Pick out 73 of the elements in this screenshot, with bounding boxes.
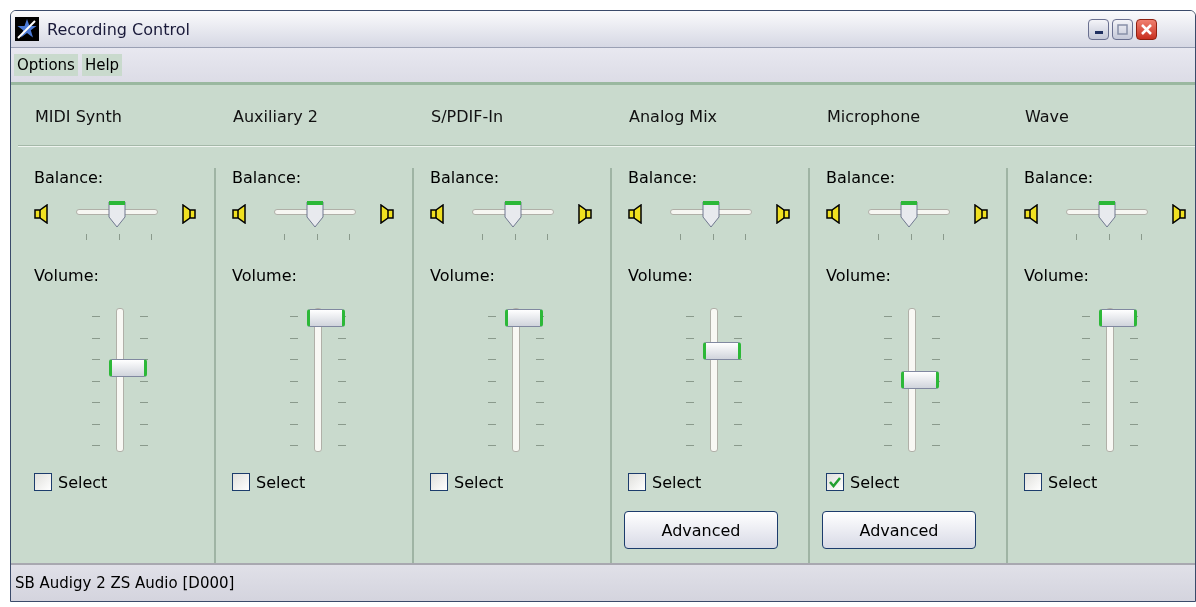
slider-thumb[interactable] <box>1097 199 1117 229</box>
checkbox-label: Select <box>652 472 702 492</box>
volume-label: Volume: <box>430 266 496 286</box>
speaker-icon <box>232 204 248 224</box>
checkbox[interactable] <box>232 473 250 491</box>
maximize-button[interactable] <box>1112 18 1133 40</box>
volume-slider[interactable] <box>884 308 940 454</box>
minimize-icon <box>1094 30 1103 34</box>
channel-name: Wave <box>1024 106 1070 126</box>
speaker-icon <box>34 204 50 224</box>
checkbox[interactable] <box>430 473 448 491</box>
balance-label: Balance: <box>628 168 699 188</box>
speaker-icon <box>180 204 196 224</box>
slider-thumb[interactable] <box>505 309 543 327</box>
window-title: Recording Control <box>47 19 191 39</box>
channel-name: Microphone <box>826 106 922 126</box>
channel-name: Analog Mix <box>628 106 719 126</box>
speaker-icon <box>826 204 842 224</box>
checkbox[interactable] <box>628 473 646 491</box>
balance-label: Balance: <box>1024 168 1095 188</box>
checkbox-label: Select <box>58 472 108 492</box>
checkbox-label: Select <box>256 472 306 492</box>
speaker-icon <box>1024 204 1040 224</box>
volume-slider[interactable] <box>686 308 742 454</box>
balance-label: Balance: <box>34 168 105 188</box>
menu-item[interactable]: Help <box>81 54 123 76</box>
slider-thumb[interactable] <box>107 199 127 229</box>
volume-slider[interactable] <box>488 308 544 454</box>
checkbox-label: Select <box>850 472 900 492</box>
volume-label: Volume: <box>34 266 100 286</box>
checkbox[interactable] <box>34 473 52 491</box>
checkbox-label: Select <box>1048 472 1098 492</box>
slider-thumb[interactable] <box>1099 309 1137 327</box>
checkbox[interactable] <box>826 473 844 491</box>
slider-thumb[interactable] <box>307 309 345 327</box>
speaker-icon <box>378 204 394 224</box>
star-icon <box>15 17 39 41</box>
checkbox-label: Select <box>454 472 504 492</box>
checkbox[interactable] <box>1024 473 1042 491</box>
slider-thumb[interactable] <box>701 199 721 229</box>
speaker-icon <box>430 204 446 224</box>
volume-label: Volume: <box>826 266 892 286</box>
speaker-icon <box>628 204 644 224</box>
volume-slider[interactable] <box>1082 308 1138 454</box>
status-bar: SB Audigy 2 ZS Audio [D000] <box>11 563 1195 601</box>
channel-name: Auxiliary 2 <box>232 106 319 126</box>
channel-name: S/PDIF-In <box>430 106 505 126</box>
slider-thumb[interactable] <box>305 199 325 229</box>
slider-thumb[interactable] <box>503 199 523 229</box>
slider-thumb[interactable] <box>703 342 741 361</box>
balance-label: Balance: <box>232 168 303 188</box>
slider-thumb[interactable] <box>899 199 919 229</box>
advanced-button[interactable]: Advanced <box>624 511 778 549</box>
speaker-icon <box>972 204 988 224</box>
volume-slider[interactable] <box>290 308 346 454</box>
volume-label: Volume: <box>628 266 694 286</box>
close-icon <box>1140 22 1153 36</box>
volume-label: Volume: <box>232 266 298 286</box>
slider-thumb[interactable] <box>901 371 939 389</box>
maximize-icon <box>1116 22 1129 36</box>
balance-label: Balance: <box>430 168 501 188</box>
balance-label: Balance: <box>826 168 897 188</box>
speaker-icon <box>774 204 790 224</box>
slider-thumb[interactable] <box>109 358 147 377</box>
channel-name: MIDI Synth <box>34 106 123 126</box>
volume-slider[interactable] <box>92 308 148 454</box>
menu-item[interactable]: Options <box>14 54 78 76</box>
advanced-button[interactable]: Advanced <box>822 511 976 549</box>
speaker-icon <box>1170 204 1186 224</box>
speaker-icon <box>576 204 592 224</box>
volume-label: Volume: <box>1024 266 1090 286</box>
minimize-button[interactable] <box>1088 18 1109 40</box>
close-button[interactable] <box>1136 18 1157 40</box>
